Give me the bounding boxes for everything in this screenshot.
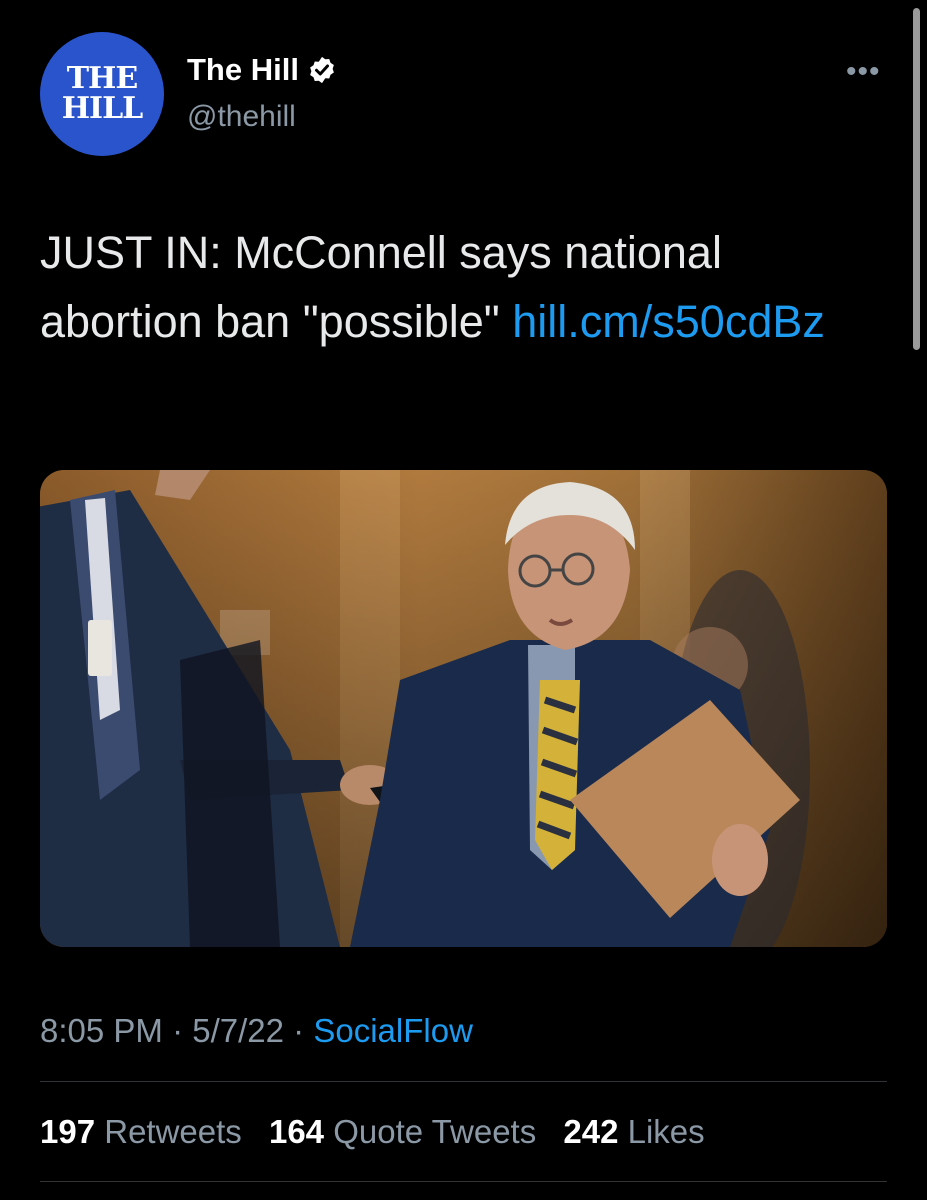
- avatar[interactable]: THE HILL: [40, 32, 164, 156]
- handle[interactable]: @thehill: [187, 100, 296, 134]
- display-name[interactable]: The Hill: [187, 52, 299, 88]
- tweet-meta: 8:05 PM · 5/7/22 · SocialFlow: [40, 1012, 473, 1050]
- scrollbar[interactable]: [913, 8, 920, 350]
- tweet-date[interactable]: 5/7/22: [192, 1012, 284, 1049]
- retweets-count: 197: [40, 1113, 96, 1150]
- retweets-label: Retweets: [104, 1113, 242, 1150]
- verified-badge-icon: [310, 56, 334, 84]
- retweets-stat[interactable]: 197 Retweets: [40, 1113, 242, 1150]
- more-dots-icon[interactable]: •••: [846, 55, 881, 89]
- author-name-row[interactable]: The Hill: [187, 52, 337, 88]
- divider: [40, 1081, 887, 1082]
- tweet-text: JUST IN: McConnell says national abortio…: [40, 218, 890, 356]
- divider: [40, 1181, 887, 1182]
- tweet-time[interactable]: 8:05 PM: [40, 1012, 163, 1049]
- engagement-stats: 197 Retweets 164 Quote Tweets 242 Likes: [40, 1113, 723, 1151]
- likes-stat[interactable]: 242 Likes: [563, 1113, 704, 1150]
- likes-label: Likes: [627, 1113, 705, 1150]
- quote-tweets-stat[interactable]: 164 Quote Tweets: [269, 1113, 536, 1150]
- quote-tweets-count: 164: [268, 1113, 325, 1150]
- avatar-line-2: HILL: [61, 91, 144, 126]
- tweet-source[interactable]: SocialFlow: [313, 1012, 473, 1049]
- likes-count: 242: [563, 1113, 619, 1150]
- quote-tweets-label: Quote Tweets: [333, 1113, 537, 1150]
- tweet-link[interactable]: hill.cm/s50cdBz: [512, 296, 825, 347]
- photo-illustration: [40, 470, 887, 947]
- meta-separator: ·: [293, 1012, 305, 1049]
- tweet-photo[interactable]: [40, 470, 887, 947]
- avatar-line-1: THE: [66, 61, 139, 96]
- meta-separator: ·: [172, 1012, 184, 1049]
